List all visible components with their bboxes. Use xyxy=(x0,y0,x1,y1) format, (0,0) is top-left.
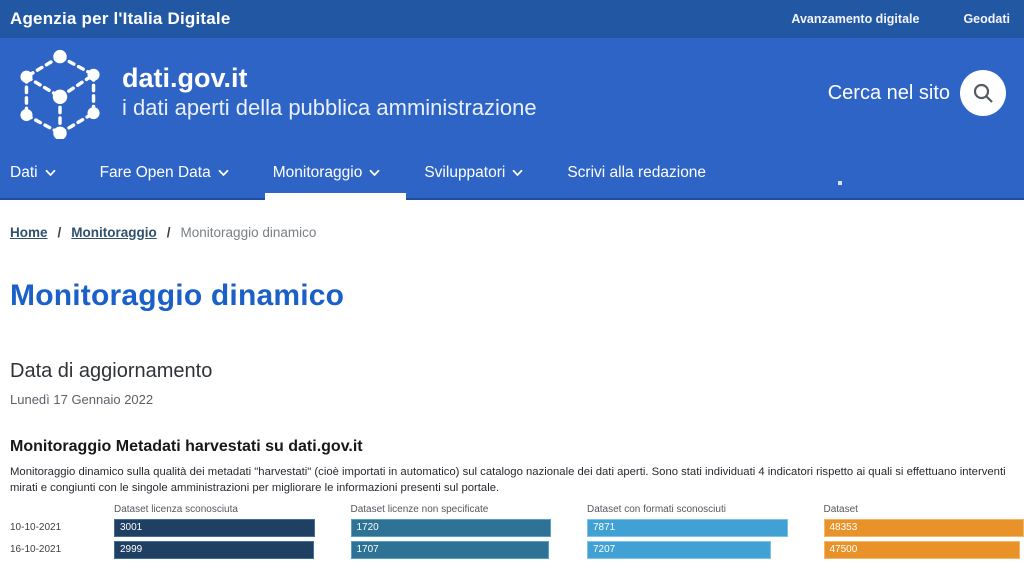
section-description: Monitoraggio dinamico sulla qualità dei … xyxy=(10,464,1014,497)
chart-bar-value: 1707 xyxy=(352,544,379,555)
chart-bar-row: 47500 xyxy=(824,541,1024,563)
chart-bar-row: 7207 xyxy=(587,541,788,563)
chevron-down-icon xyxy=(218,169,229,177)
nav-item-fare-open-data[interactable]: Fare Open Data xyxy=(100,148,229,198)
update-date-heading: Data di aggiornamento xyxy=(10,360,1014,383)
nav-item-label: Scrivi alla redazione xyxy=(567,164,706,182)
nav-item-label: Dati xyxy=(10,164,38,182)
chart-bar: 3001 xyxy=(114,519,315,537)
chart-bar: 1707 xyxy=(351,541,550,559)
chart-series-header: Dataset licenze non specificate xyxy=(351,504,552,519)
chevron-down-icon xyxy=(512,169,523,177)
site-title-block: dati.gov.it i dati aperti della pubblica… xyxy=(122,64,537,121)
dati-gov-logo-icon[interactable] xyxy=(10,47,110,139)
chart-bar-row: 48353 xyxy=(824,519,1024,541)
chart-bar-value: 3001 xyxy=(115,522,142,533)
main-navigation: Dati Fare Open Data Monitoraggio Sviluppato… xyxy=(0,148,1024,200)
nav-item-monitoraggio[interactable]: Monitoraggio xyxy=(273,148,381,198)
topbar-link-geodati[interactable]: Geodati xyxy=(963,12,1010,26)
update-date-value: Lunedì 17 Gennaio 2022 xyxy=(10,392,1014,407)
site-header: dati.gov.it i dati aperti della pubblica… xyxy=(0,38,1024,148)
nav-item-sviluppatori[interactable]: Sviluppatori xyxy=(424,148,523,198)
site-title[interactable]: dati.gov.it xyxy=(122,64,537,94)
chart-bar-row: 7871 xyxy=(587,519,788,541)
nav-decorative-dot xyxy=(838,181,842,185)
nav-item-label: Sviluppatori xyxy=(424,164,505,182)
breadcrumb-link-monitoraggio[interactable]: Monitoraggio xyxy=(71,225,156,240)
nav-item-scrivi-alla-redazione[interactable]: Scrivi alla redazione xyxy=(567,148,706,198)
site-search[interactable]: Cerca nel sito xyxy=(828,70,1006,116)
breadcrumb-current: Monitoraggio dinamico xyxy=(181,225,317,240)
chart-bar-row: 3001 xyxy=(114,519,315,541)
chart-bar-row: 2999 xyxy=(114,541,315,563)
chart-series-header: Dataset xyxy=(824,504,1024,519)
section-heading: Monitoraggio Metadati harvestati su dati… xyxy=(10,438,1014,456)
chart-bar: 1720 xyxy=(351,519,552,537)
chart-date-column: 10-10-202116-10-2021 xyxy=(10,504,114,563)
search-label[interactable]: Cerca nel sito xyxy=(828,82,950,105)
chart-bar-value: 7207 xyxy=(588,544,615,555)
chart-bar-value: 7871 xyxy=(588,522,615,533)
breadcrumb-separator: / xyxy=(58,225,62,240)
chart-bar-value: 48353 xyxy=(825,522,858,533)
chart-series-dataset-licenza-sconosciuta: Dataset licenza sconosciuta 3001 2999 xyxy=(114,504,315,563)
harvest-metadata-chart: 10-10-202116-10-2021Dataset licenza scon… xyxy=(10,504,1024,563)
government-top-bar: Agenzia per l'Italia Digitale Avanzament… xyxy=(0,0,1024,38)
chart-bar-row: 1720 xyxy=(351,519,552,541)
nav-item-dati[interactable]: Dati xyxy=(10,148,56,198)
chart-bar-value: 1720 xyxy=(352,522,379,533)
nav-item-label: Monitoraggio xyxy=(273,164,363,182)
agency-brand-link[interactable]: Agenzia per l'Italia Digitale xyxy=(10,9,231,29)
chart-series-dataset-licenze-non-specificate: Dataset licenze non specificate 1720 1707 xyxy=(351,504,552,563)
nav-item-label: Fare Open Data xyxy=(100,164,211,182)
search-button[interactable] xyxy=(960,70,1006,116)
breadcrumb-link-home[interactable]: Home xyxy=(10,225,48,240)
chart-series-dataset-con-formati-sconosciuti: Dataset con formati sconosciuti 7871 7207 xyxy=(587,504,788,563)
chart-bar: 47500 xyxy=(824,541,1021,559)
topbar-link-avanzamento-digitale[interactable]: Avanzamento digitale xyxy=(791,12,919,26)
page-title: Monitoraggio dinamico xyxy=(10,279,1014,313)
topbar-links: Avanzamento digitale Geodati xyxy=(791,12,1010,26)
breadcrumb-separator: / xyxy=(167,225,171,240)
chart-date-label: 10-10-2021 xyxy=(10,519,114,541)
site-subtitle: i dati aperti della pubblica amministraz… xyxy=(122,94,537,122)
chart-bar-row: 1707 xyxy=(351,541,552,563)
chart-date-label: 16-10-2021 xyxy=(10,541,114,563)
chart-bar: 7207 xyxy=(587,541,771,559)
chevron-down-icon xyxy=(369,169,380,177)
chart-bar: 2999 xyxy=(114,541,314,559)
chart-bar-value: 2999 xyxy=(115,544,142,555)
breadcrumb: Home / Monitoraggio / Monitoraggio dinamico xyxy=(10,225,1014,240)
search-icon xyxy=(971,81,995,105)
chart-bar: 48353 xyxy=(824,519,1024,537)
chart-bar-value: 47500 xyxy=(825,544,858,555)
chart-head-spacer xyxy=(10,504,114,519)
chart-series-header: Dataset con formati sconosciuti xyxy=(587,504,788,519)
chart-series-header: Dataset licenza sconosciuta xyxy=(114,504,315,519)
chart-bar: 7871 xyxy=(587,519,788,537)
chart-series-dataset: Dataset 48353 47500 xyxy=(824,504,1024,563)
chevron-down-icon xyxy=(45,169,56,177)
main-content: Home / Monitoraggio / Monitoraggio dinamico … xyxy=(0,225,1024,563)
